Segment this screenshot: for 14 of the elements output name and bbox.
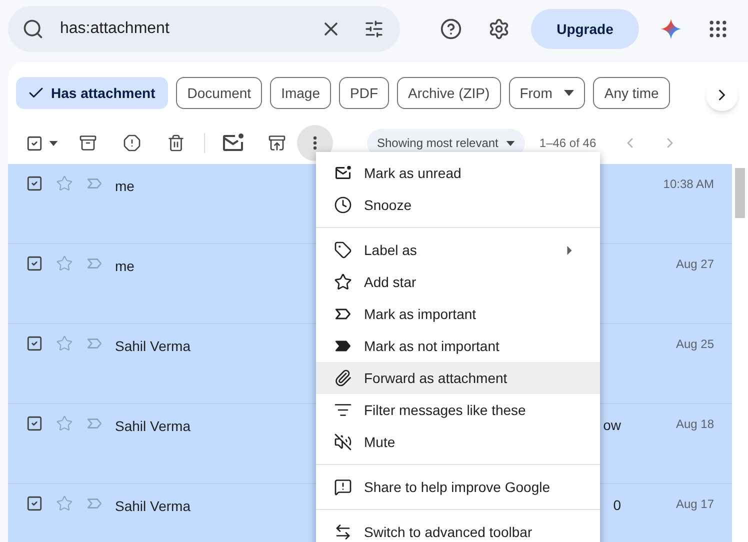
date: 10:38 AM (663, 176, 715, 193)
sender: me (115, 178, 134, 194)
date: Aug 18 (676, 416, 715, 433)
snippet-text: ow (603, 417, 621, 433)
search-value: has:attachment (60, 19, 170, 39)
sender: Sahil Verma (115, 338, 190, 354)
snippet-text: 0 (613, 497, 621, 513)
range-label: 1–46 of 46 (539, 135, 596, 152)
sender: Sahil Verma (115, 418, 190, 434)
date: Aug 27 (676, 256, 715, 273)
date: Aug 17 (676, 496, 715, 513)
date: Aug 25 (676, 336, 715, 353)
sender: me (115, 258, 134, 274)
sender: Sahil Verma (115, 498, 190, 514)
